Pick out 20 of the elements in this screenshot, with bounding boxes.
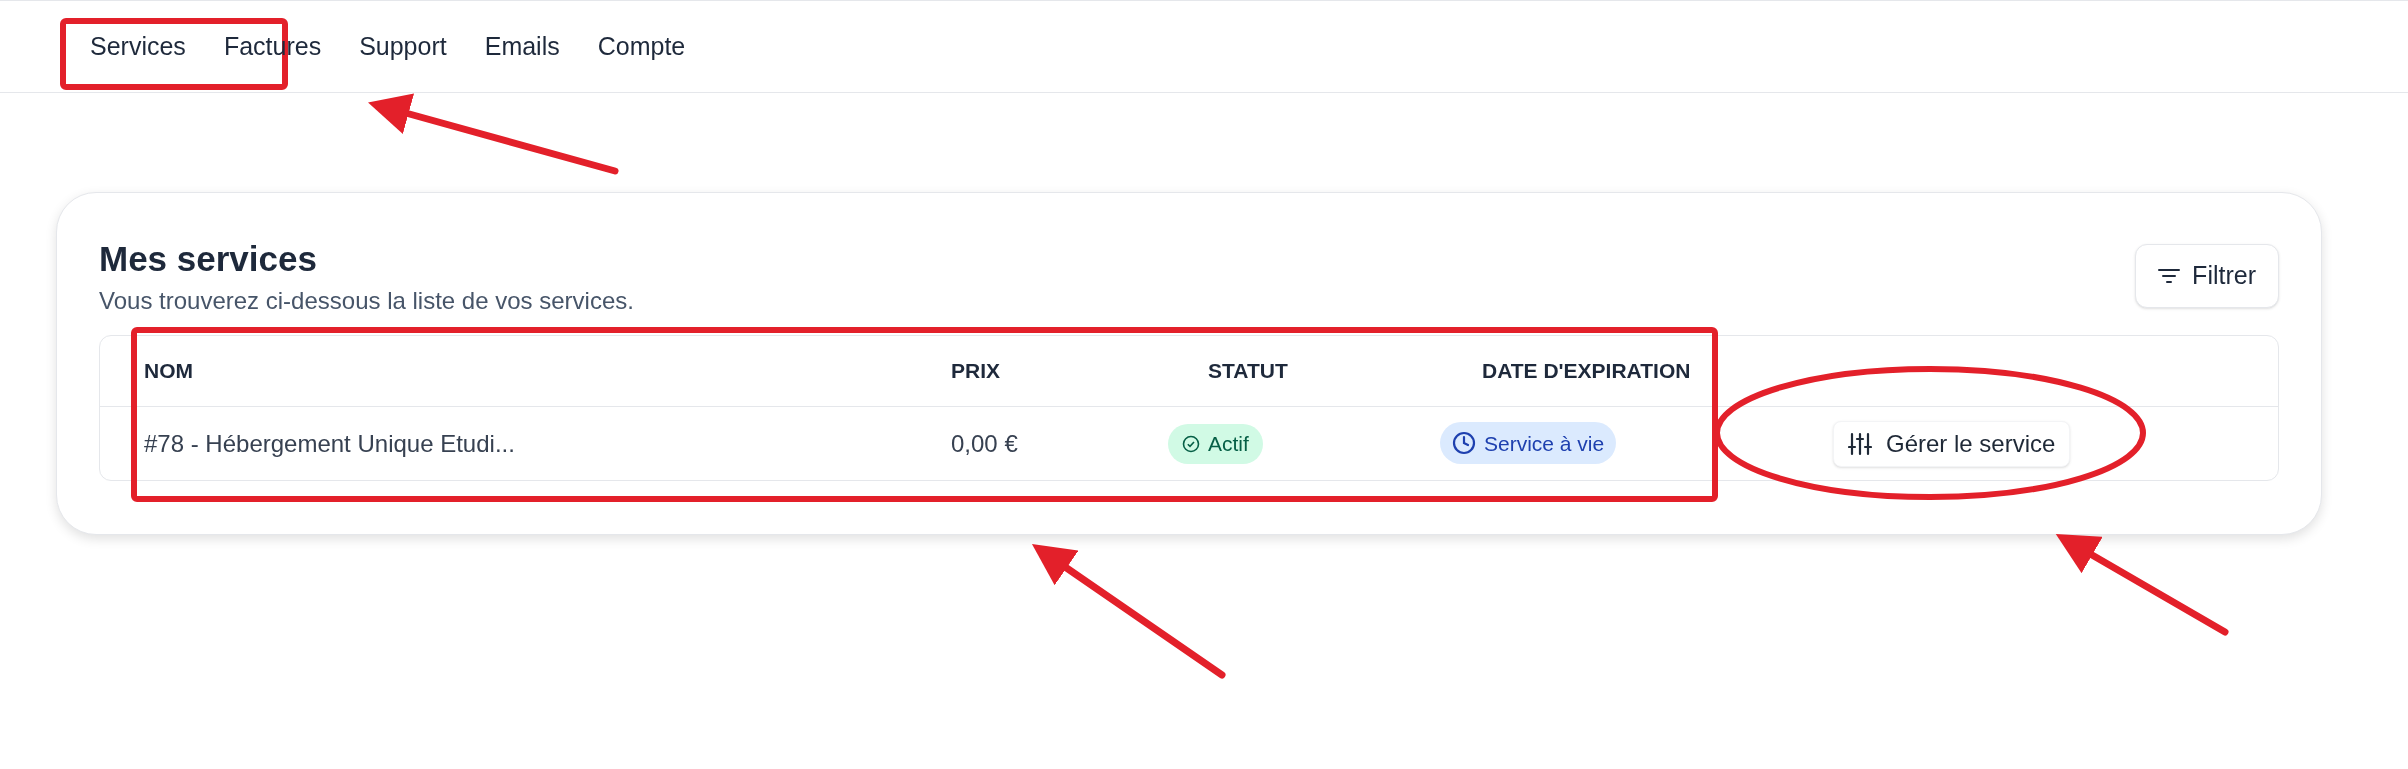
column-header: NOM xyxy=(144,358,194,384)
filter-button[interactable]: Filtrer xyxy=(2135,244,2279,308)
section-title: Mes services xyxy=(99,238,318,280)
service-name: #78 - Hébergement Unique Etudi... xyxy=(144,428,516,459)
column-header: DATE D'EXPIRATION xyxy=(1481,358,1692,384)
price: 0,00 € xyxy=(951,428,1019,459)
filter-icon xyxy=(2158,268,2181,284)
manage-service-button[interactable]: Gérer le service xyxy=(1833,420,2071,467)
nav-link[interactable]: Emails xyxy=(484,27,560,66)
status-badge: Actif xyxy=(1168,423,1263,464)
clock-icon xyxy=(1452,431,1476,456)
section-subtitle: Vous trouverez ci-dessous la liste de vos services. xyxy=(99,285,634,316)
check-circle-icon xyxy=(1182,434,1200,453)
sliders-icon xyxy=(1848,431,1872,456)
nav-link[interactable]: Services xyxy=(90,27,186,66)
column-header: STATUT xyxy=(1207,358,1289,384)
nav-link[interactable]: Support xyxy=(359,27,447,66)
nav-link[interactable]: Compte xyxy=(597,27,686,66)
column-header: PRIX xyxy=(951,358,1001,384)
expiration-badge: Service à vie xyxy=(1440,422,1617,465)
